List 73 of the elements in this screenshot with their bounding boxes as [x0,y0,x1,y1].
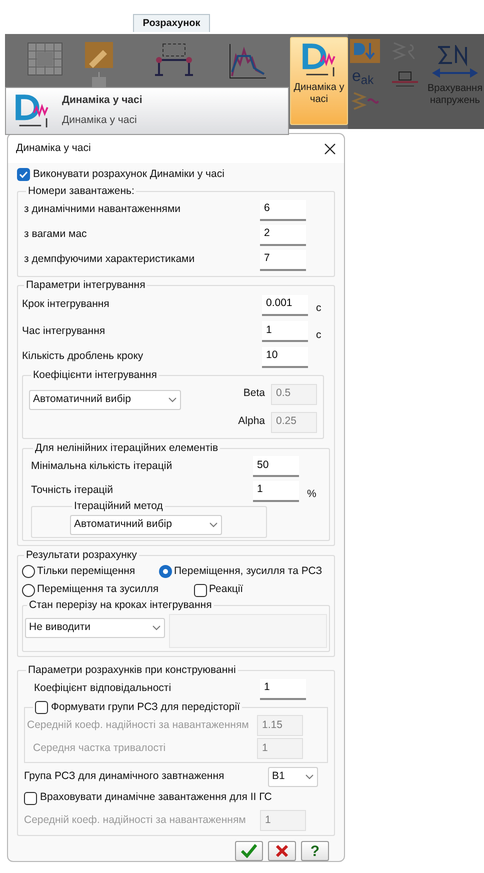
field-label: з демпфуючими характеристиками [24,252,196,268]
field-label: Група РСЗ для динамічного завтнаження [24,769,226,784]
dropdown[interactable]: Автоматичний вибір [70,514,222,535]
dropdown[interactable]: Не виводити [25,618,165,638]
group-title: Стан перерізу на кроках інтегрування [28,598,213,613]
cross-icon [275,844,289,858]
checkbox-label: Враховувати динамічне завантаження для II ГС [40,790,272,806]
radio-button[interactable] [159,564,172,578]
input-field[interactable]: 7 [260,250,306,270]
group-title: Параметри інтегрування [25,278,146,292]
field-label: Кількість дроблень кроку [22,349,144,364]
unit-label: с [316,329,322,341]
input-field[interactable]: 1 [262,321,308,342]
radio-label: Тільки переміщення [37,564,136,578]
edit-icon [85,42,113,68]
group-title: Коефіцієнти інтегрування [32,368,158,383]
input-field[interactable]: 0.001 [262,294,308,316]
check-icon [241,844,257,858]
tooltip-description: Динаміка у часі [62,113,138,128]
checkbox-label: Формувати групи РСЗ для передісторії [51,700,240,714]
field-label: Середній коеф. надійності за навантаженням [27,718,250,733]
checkbox-label: Реакції [209,582,244,598]
group-title: Для нелінійних ітераційних елементів [34,440,220,456]
field-label: з динамічними навантаженнями [24,202,182,218]
radio-button[interactable] [22,564,35,578]
group-title: Результати розрахунку [25,548,138,563]
checkbox[interactable] [194,584,207,597]
cancel-button[interactable] [268,841,296,861]
chevron-down-icon [168,396,177,402]
window-title: Динаміка у часі [16,140,91,156]
field-label: Alpha [238,414,265,430]
input-field[interactable]: 1 [260,678,306,700]
field-label: Крок інтегрування [22,297,110,312]
field-label: Точність ітерацій [31,483,114,498]
field-label: Мінімальна кількість ітерацій [31,458,174,474]
input-field[interactable]: 10 [262,346,308,368]
close-icon[interactable] [324,142,336,154]
ribbon-button[interactable]: Динаміка у часі [290,37,348,125]
mass-icon [390,71,420,87]
field-label: Середня частка тривалості [32,740,167,756]
ribbon-tab[interactable]: Розрахунок [133,14,210,32]
checkbox-label: Виконувати розрахунок Динаміки у часі [33,167,224,182]
field-label: Коефіцієнт відповідальності [33,681,172,696]
field-label: Середній коеф. надійності за навантаженням [24,812,247,828]
radio-label: Переміщення, зусилля та РСЗ [174,564,322,578]
checkbox[interactable] [17,168,30,182]
field-label: Час інтегрування [22,324,106,339]
group-title: Параметри розрахунків при конструюванні [27,662,237,678]
unit-label: с [316,302,322,314]
ok-button[interactable] [235,841,263,861]
group-title: Ітераційний метод [73,499,164,514]
unit-label: % [307,488,316,500]
radio-button[interactable] [22,584,35,597]
chevron-down-icon [209,522,218,528]
frame-icon [153,42,195,78]
input-field[interactable]: 1 [253,480,299,502]
chevron-down-icon [152,624,161,631]
dropdown[interactable]: Автоматичний вибір [29,390,181,410]
input-field[interactable]: 50 [253,456,299,478]
chevron-down-icon [305,774,314,780]
dropdown[interactable]: B1 [268,767,318,788]
radio-label: Переміщення та зусилля [37,582,159,598]
field-label: з вагами мас [24,227,88,242]
table-icon [27,42,63,76]
load-icon [350,39,380,63]
checkbox[interactable] [24,792,37,805]
field-label: Beta [243,386,265,402]
input-field[interactable]: 2 [260,224,306,246]
input-field[interactable]: 6 [260,200,306,220]
help-button[interactable]: ? [301,841,329,861]
tooltip-title: Динаміка у часі [62,93,142,108]
group-title: Номери завантажень: [27,184,136,199]
checkbox[interactable] [35,700,48,714]
